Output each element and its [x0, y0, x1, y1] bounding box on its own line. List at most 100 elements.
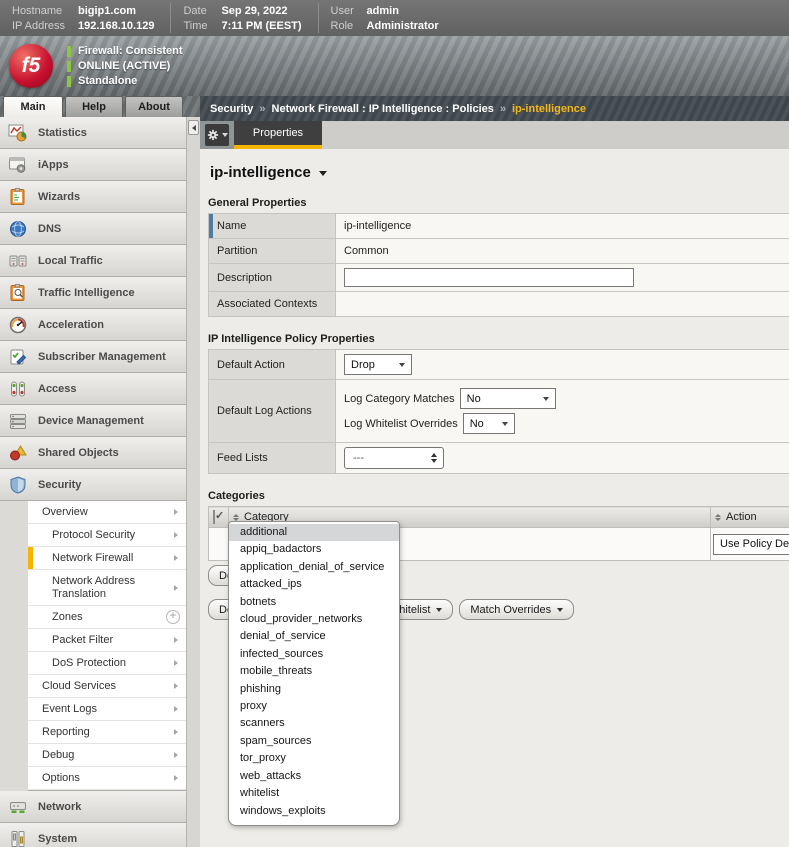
chevron-down-icon [436, 608, 442, 612]
log-category-matches-select[interactable]: No [460, 388, 556, 409]
hostname-value: bigip1.com [78, 4, 136, 18]
chevron-down-icon [557, 608, 563, 612]
acceleration-icon [8, 315, 28, 335]
submenu-item-network-address-translation[interactable]: Network Address Translation [28, 570, 186, 606]
log-whitelist-overrides-label: Log Whitelist Overrides [344, 418, 458, 430]
sidebar-item-label: System [38, 833, 77, 845]
sidebar-item-statistics[interactable]: Statistics [0, 117, 186, 149]
ip-address-label: IP Address [12, 19, 72, 33]
match-overrides-label: Match Overrides [470, 604, 551, 616]
time-label: Time [183, 19, 215, 33]
dropdown-option[interactable]: appiq_badactors [229, 541, 399, 558]
dropdown-option[interactable]: whitelist [229, 785, 399, 802]
action-select[interactable]: Use Policy Default [713, 534, 789, 555]
submenu-label: Network Firewall [52, 552, 133, 564]
chevron-down-icon [222, 133, 228, 137]
dropdown-option[interactable]: attacked_ips [229, 576, 399, 593]
sidebar-item-system[interactable]: System [0, 823, 186, 847]
dropdown-option[interactable]: mobile_threats [229, 663, 399, 680]
submenu-item-cloud-services[interactable]: Cloud Services [28, 675, 186, 698]
standalone-status: Standalone [78, 75, 137, 87]
chevron-right-icon [174, 509, 178, 515]
log-whitelist-overrides-value: No [470, 418, 484, 430]
submenu-item-zones[interactable]: Zones [28, 606, 186, 629]
dropdown-option[interactable]: tor_proxy [229, 750, 399, 767]
dropdown-option[interactable]: additional [229, 524, 399, 541]
submenu-item-dos-protection[interactable]: DoS Protection [28, 652, 186, 675]
row-checkbox-cell [209, 528, 229, 561]
action-column-header[interactable]: Action [711, 507, 789, 528]
date-value: Sep 29, 2022 [221, 4, 287, 18]
description-input[interactable] [344, 268, 634, 287]
sidebar-item-wizards[interactable]: Wizards [0, 181, 186, 213]
firewall-status: Firewall: Consistent [78, 45, 183, 57]
dropdown-option[interactable]: denial_of_service [229, 628, 399, 645]
breadcrumb-separator: » [500, 103, 506, 115]
dropdown-option[interactable]: web_attacks [229, 768, 399, 785]
submenu-item-protocol-security[interactable]: Protocol Security [28, 524, 186, 547]
subscriber-management-icon [8, 347, 28, 367]
sidebar-item-label: Network [38, 801, 81, 813]
sidebar-item-access[interactable]: Access [0, 373, 186, 405]
chevron-right-icon [174, 585, 178, 591]
submenu-item-debug[interactable]: Debug [28, 744, 186, 767]
sidebar-item-iapps[interactable]: iApps [0, 149, 186, 181]
feed-lists-select[interactable]: --- [344, 447, 444, 469]
sidebar-item-device-management[interactable]: Device Management [0, 405, 186, 437]
gear-menu-button[interactable] [205, 124, 229, 146]
sidebar-item-traffic-intelligence[interactable]: Traffic Intelligence [0, 277, 186, 309]
submenu-item-overview[interactable]: Overview [28, 501, 186, 524]
submenu-item-network-firewall[interactable]: Network Firewall [28, 547, 186, 570]
submenu-label: Packet Filter [52, 634, 113, 646]
submenu-item-packet-filter[interactable]: Packet Filter [28, 629, 186, 652]
sidebar-item-subscriber-management[interactable]: Subscriber Management [0, 341, 186, 373]
breadcrumb-section[interactable]: Security [210, 103, 253, 115]
default-log-actions-label: Default Log Actions [209, 380, 336, 443]
sidebar-item-shared-objects[interactable]: Shared Objects [0, 437, 186, 469]
dropdown-option[interactable]: phishing [229, 681, 399, 698]
tab-main[interactable]: Main [3, 96, 63, 117]
chevron-down-icon [502, 422, 508, 426]
title-menu-caret-icon[interactable] [319, 171, 327, 176]
sidebar-item-network[interactable]: Network [0, 791, 186, 823]
match-overrides-button[interactable]: Match Overrides [459, 599, 574, 620]
default-action-value: Drop [351, 359, 375, 371]
submenu-item-event-logs[interactable]: Event Logs [28, 698, 186, 721]
tab-properties[interactable]: Properties [234, 121, 322, 149]
tab-help[interactable]: Help [65, 96, 123, 117]
dropdown-option[interactable]: spam_sources [229, 733, 399, 750]
left-panel: Main Help About Statistics iApps [0, 96, 200, 847]
chevron-right-icon [174, 555, 178, 561]
table-row: Description [209, 264, 789, 292]
wizards-icon [8, 187, 28, 207]
status-green-bar [67, 46, 71, 57]
log-whitelist-overrides-select[interactable]: No [463, 413, 515, 434]
sidebar-item-dns[interactable]: DNS [0, 213, 186, 245]
sidebar-collapse-button[interactable] [188, 120, 199, 135]
dropdown-option[interactable]: application_denial_of_service [229, 559, 399, 576]
tab-about[interactable]: About [125, 96, 183, 117]
action-select-value: Use Policy Default [720, 538, 789, 550]
sidebar-item-local-traffic[interactable]: Local Traffic [0, 245, 186, 277]
dropdown-option[interactable]: scanners [229, 715, 399, 732]
chevron-right-icon [174, 532, 178, 538]
chevron-right-icon [174, 775, 178, 781]
dropdown-option[interactable]: windows_exploits [229, 803, 399, 820]
dropdown-option[interactable]: cloud_provider_networks [229, 611, 399, 628]
sidebar-item-acceleration[interactable]: Acceleration [0, 309, 186, 341]
submenu-item-reporting[interactable]: Reporting [28, 721, 186, 744]
zones-add-icon[interactable] [166, 610, 180, 624]
local-traffic-icon [8, 251, 28, 271]
feed-lists-value: --- [353, 452, 431, 464]
dropdown-option[interactable]: botnets [229, 594, 399, 611]
breadcrumb-path[interactable]: Network Firewall : IP Intelligence : Pol… [272, 103, 494, 115]
dropdown-option[interactable]: proxy [229, 698, 399, 715]
chevron-right-icon [174, 683, 178, 689]
sidebar-collapse-strip [186, 117, 200, 847]
dropdown-option[interactable]: infected_sources [229, 646, 399, 663]
default-action-select[interactable]: Drop [344, 354, 412, 375]
system-icon [8, 829, 28, 847]
select-all-checkbox[interactable] [213, 510, 215, 524]
submenu-item-options[interactable]: Options [28, 767, 186, 790]
sidebar-item-security[interactable]: Security [0, 469, 186, 501]
